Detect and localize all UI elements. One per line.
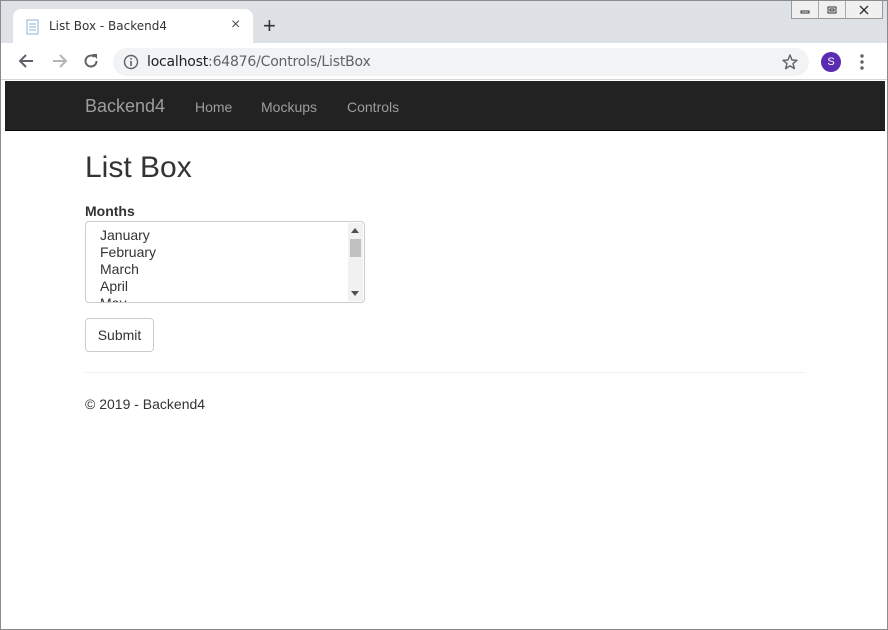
tab-active[interactable]: List Box - Backend4 × (13, 9, 253, 43)
submit-button[interactable]: Submit (85, 318, 154, 352)
restore-icon (827, 6, 837, 13)
close-window-button[interactable] (846, 1, 882, 18)
minimize-icon (800, 10, 810, 13)
page-icon (26, 19, 39, 35)
browser-window: List Box - Backend4 × + localhost:64876/… (0, 0, 888, 630)
restore-button[interactable] (819, 1, 846, 18)
browser-toolbar: localhost:64876/Controls/ListBox S (1, 43, 887, 80)
url-text: localhost:64876/Controls/ListBox (147, 54, 371, 70)
scroll-down-arrow-icon[interactable] (351, 291, 359, 296)
months-label: Months (85, 203, 135, 219)
address-bar[interactable]: localhost:64876/Controls/ListBox (113, 48, 809, 76)
site-navbar: Backend4 Home Mockups Controls (5, 81, 885, 131)
scroll-up-arrow-icon[interactable] (351, 228, 359, 233)
list-option-april[interactable]: April (100, 278, 156, 295)
nav-link-controls[interactable]: Controls (347, 99, 399, 115)
footer-divider (85, 372, 805, 373)
list-option-january[interactable]: January (100, 227, 156, 244)
url-host: localhost (147, 54, 209, 70)
listbox-options: January February March April May (100, 227, 156, 302)
back-arrow-icon[interactable] (17, 51, 37, 71)
months-listbox[interactable]: January February March April May (85, 221, 365, 303)
close-tab-icon[interactable]: × (231, 17, 240, 33)
footer-text: © 2019 - Backend4 (85, 396, 206, 412)
scroll-thumb[interactable] (350, 239, 361, 257)
tab-title: List Box - Backend4 (49, 19, 168, 33)
bookmark-star-icon[interactable] (781, 53, 799, 71)
list-option-may[interactable]: May (100, 295, 156, 302)
page-title: List Box (85, 151, 192, 184)
list-option-february[interactable]: February (100, 244, 156, 261)
profile-avatar[interactable]: S (821, 52, 841, 72)
listbox-scrollbar[interactable] (348, 223, 363, 301)
tab-strip: List Box - Backend4 × + (1, 1, 887, 43)
new-tab-button[interactable]: + (263, 15, 276, 37)
url-path: :64876/Controls/ListBox (208, 54, 371, 70)
close-icon (859, 5, 869, 14)
nav-link-home[interactable]: Home (195, 99, 232, 115)
navbar-brand[interactable]: Backend4 (85, 96, 165, 117)
window-controls (791, 1, 883, 19)
nav-link-mockups[interactable]: Mockups (261, 99, 317, 115)
list-option-march[interactable]: March (100, 261, 156, 278)
forward-arrow-icon[interactable] (49, 51, 69, 71)
menu-dots-icon[interactable] (857, 53, 867, 71)
info-icon[interactable] (123, 54, 139, 70)
minimize-button[interactable] (792, 1, 819, 18)
reload-icon[interactable] (81, 51, 101, 71)
